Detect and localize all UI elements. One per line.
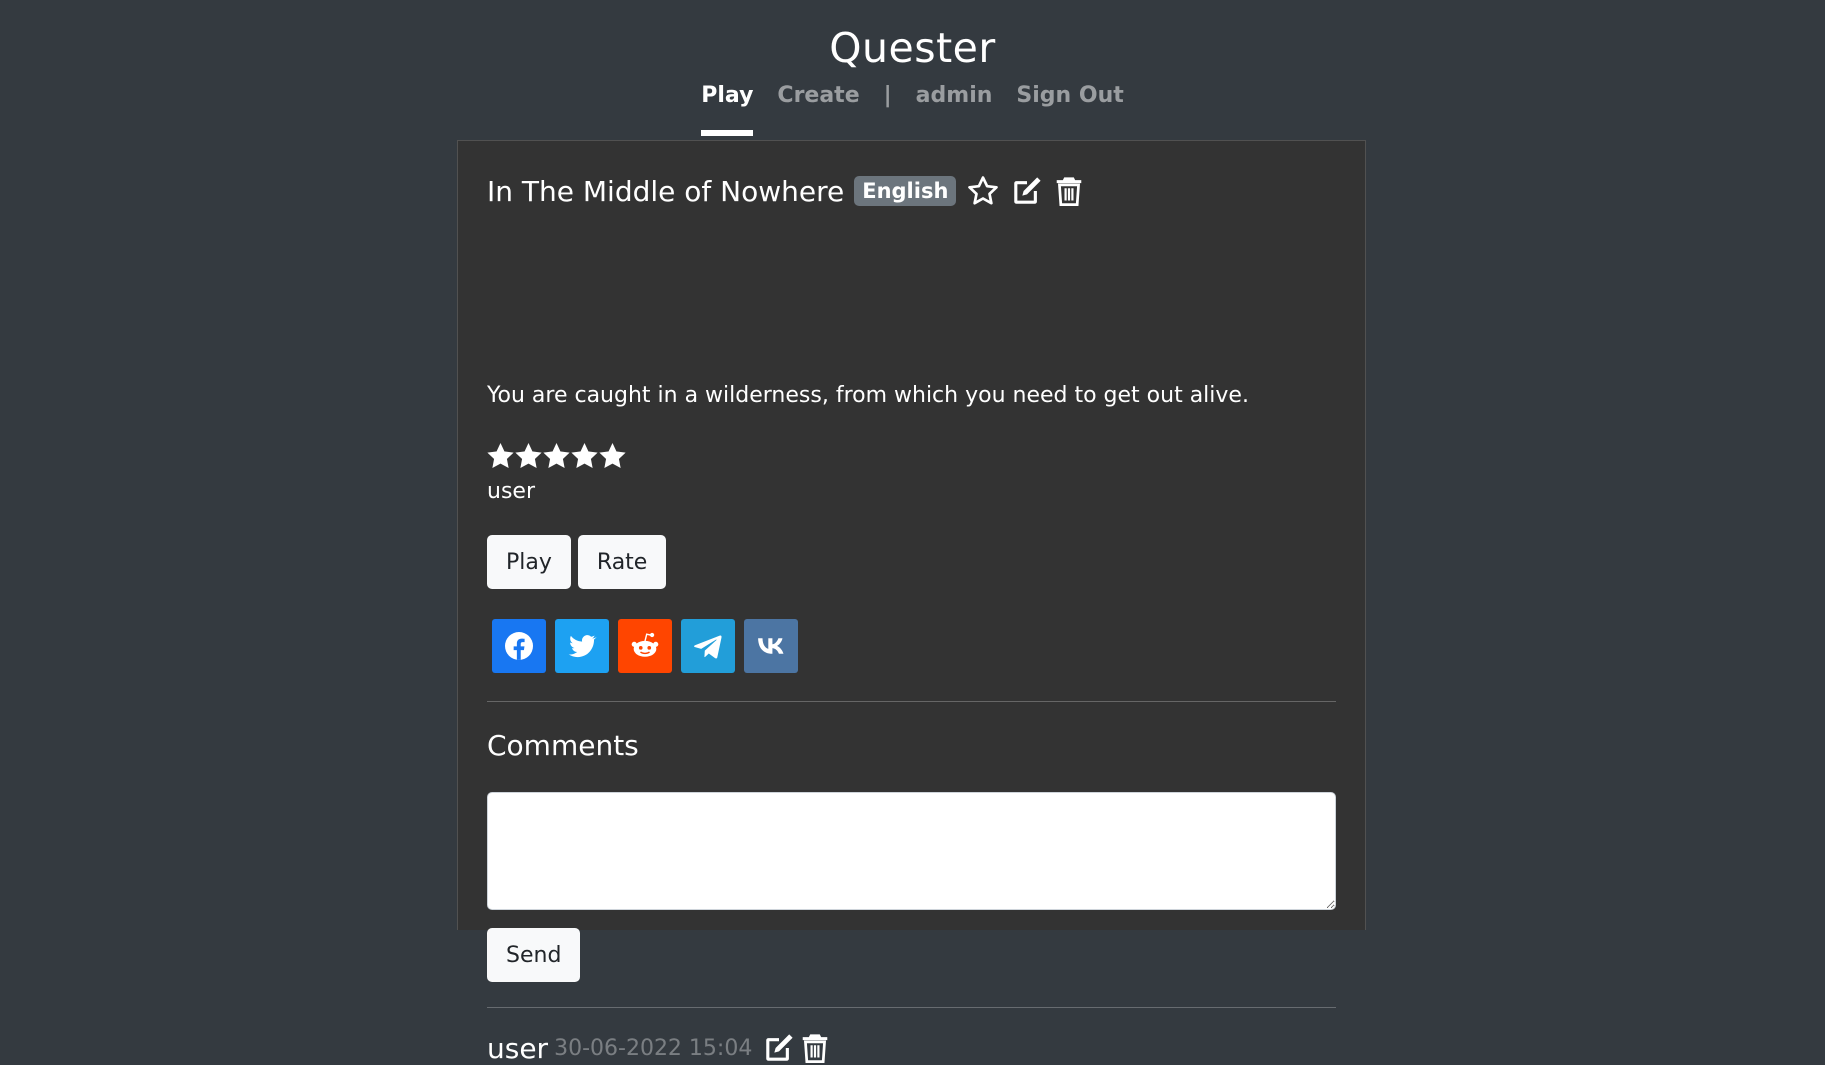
send-button[interactable]: Send [487,928,581,982]
nav-separator: | [883,83,892,108]
play-button[interactable]: Play [487,535,571,589]
rating-star-icon [515,443,542,468]
share-buttons [492,619,798,673]
comment-delete-icon[interactable] [800,1031,830,1065]
app-title: Quester [829,24,996,72]
telegram-share-button[interactable] [681,619,735,673]
section-divider [487,701,1336,702]
reddit-icon [631,632,659,657]
rating-star-icon [571,443,598,468]
facebook-icon [505,632,533,660]
rating-star-icon [543,443,570,468]
vk-share-button[interactable] [744,619,798,673]
rate-button[interactable]: Rate [577,535,667,589]
telegram-icon [694,635,722,659]
nav-create[interactable]: Create [777,83,859,136]
comment-input[interactable] [487,792,1336,910]
comment-divider [487,1007,1336,1008]
quest-author: user [487,479,535,504]
facebook-share-button[interactable] [492,619,546,673]
comment-edit-icon[interactable] [762,1031,796,1065]
rating-star-icon [487,443,514,468]
nav-sign-out[interactable]: Sign Out [1016,83,1123,136]
comment-author: user [487,1031,549,1065]
quest-title: In The Middle of Nowhere [487,174,845,208]
vk-icon [758,638,784,654]
nav-play[interactable]: Play [701,83,754,136]
rating-stars [487,443,626,470]
edit-icon[interactable] [1010,174,1044,208]
nav-admin[interactable]: admin [916,83,993,136]
delete-trash-icon[interactable] [1054,174,1084,208]
quest-description: You are caught in a wilderness, from whi… [487,383,1249,408]
quest-card: In The Middle of Nowhere English You are… [457,140,1366,1065]
main-nav: Play Create | admin Sign Out [0,83,1825,136]
reddit-share-button[interactable] [618,619,672,673]
comment-item: user 30-06-2022 15:04 [487,1031,830,1065]
quest-title-row: In The Middle of Nowhere English [487,171,1084,211]
quest-actions: Play Rate [487,535,667,589]
comments-heading: Comments [487,729,639,762]
favorite-star-icon[interactable] [966,174,1000,208]
masthead: Quester Play Create | admin Sign Out [0,0,1825,140]
twitter-icon [568,635,597,658]
rating-star-icon [599,443,626,468]
twitter-share-button[interactable] [555,619,609,673]
language-badge: English [854,176,957,206]
comment-date: 30-06-2022 15:04 [554,1035,753,1061]
